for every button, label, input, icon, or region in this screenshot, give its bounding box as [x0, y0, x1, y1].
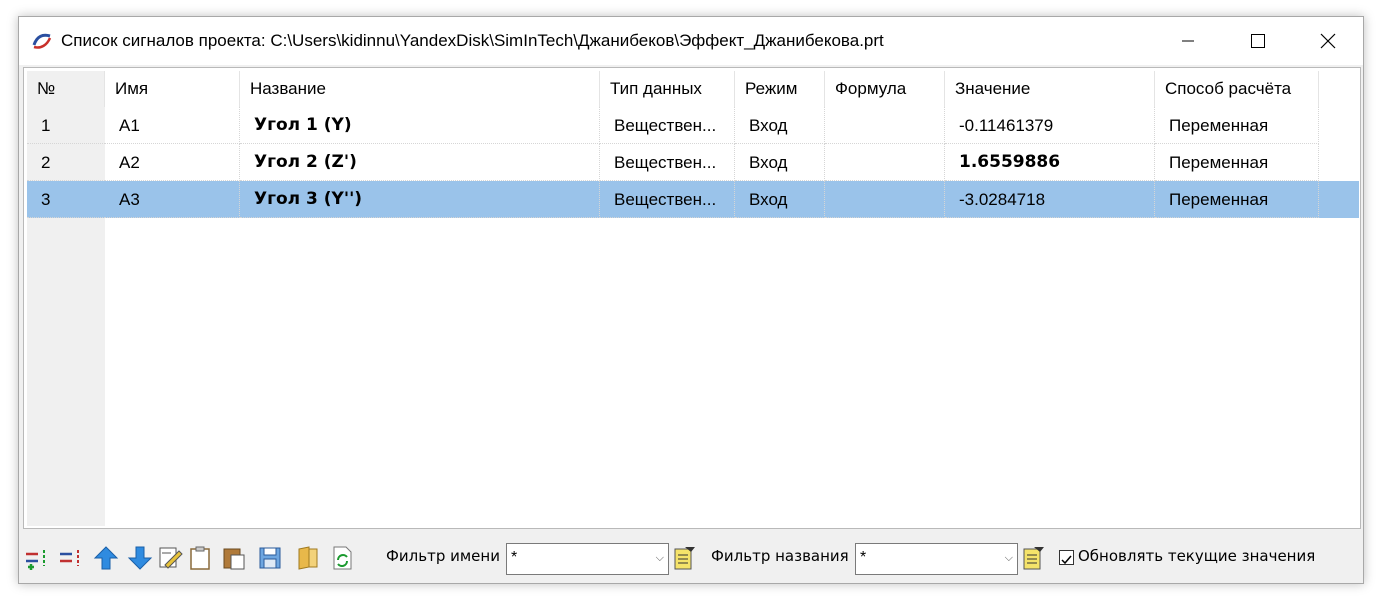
signals-window: Список сигналов проекта: C:\Users\kidinn…	[18, 16, 1364, 584]
cell-formula[interactable]	[825, 181, 945, 218]
cell-calc[interactable]: Переменная	[1155, 181, 1319, 218]
save-icon[interactable]	[257, 545, 283, 571]
cell-value[interactable]: 1.6559886	[945, 144, 1155, 181]
row-number: 1	[27, 107, 105, 144]
cell-value[interactable]: -3.0284718	[945, 181, 1155, 218]
column-header-num[interactable]: №	[27, 71, 105, 107]
update-values-label[interactable]: Обновлять текущие значения	[1078, 547, 1315, 565]
chevron-down-icon[interactable]: ⌵	[656, 544, 664, 572]
maximize-button[interactable]	[1223, 17, 1293, 65]
close-icon	[1320, 33, 1336, 49]
cell-mode[interactable]: Вход	[735, 144, 825, 181]
cell-formula[interactable]	[825, 144, 945, 181]
cell-mode[interactable]: Вход	[735, 181, 825, 218]
add-signal-icon[interactable]	[23, 545, 49, 571]
column-header-name[interactable]: Имя	[105, 71, 240, 107]
folder-icon[interactable]	[295, 545, 321, 571]
cell-title[interactable]: Угол 3 (Y'')	[240, 181, 600, 218]
refresh-icon[interactable]	[329, 545, 355, 571]
app-logo-icon	[32, 33, 52, 49]
name-filter-combo[interactable]: * ⌵	[506, 543, 669, 575]
row-number: 2	[27, 144, 105, 181]
update-values-checkbox[interactable]	[1059, 550, 1074, 565]
cell-title[interactable]: Угол 1 (Y)	[240, 107, 600, 144]
edit-icon[interactable]	[157, 545, 183, 571]
row-number: 3	[27, 181, 105, 218]
bottom-toolbar: Фильтр имени * ⌵ Фильтр названия * ⌵ Обн…	[19, 539, 1363, 579]
column-header-mode[interactable]: Режим	[735, 71, 825, 107]
clipboard-icon[interactable]	[187, 545, 213, 571]
title-filter-label: Фильтр названия	[711, 547, 849, 565]
cell-type[interactable]: Веществен...	[600, 181, 735, 218]
cell-formula[interactable]	[825, 107, 945, 144]
column-header-formula[interactable]: Формула	[825, 71, 945, 107]
table-row-selected[interactable]: 3 A3 Угол 3 (Y'') Веществен... Вход -3.0…	[27, 181, 1359, 218]
signals-table[interactable]: № Имя Название Тип данных Режим Формула …	[23, 67, 1361, 529]
maximize-icon	[1251, 34, 1265, 48]
title-filter-combo[interactable]: * ⌵	[855, 543, 1018, 575]
cell-calc[interactable]: Переменная	[1155, 107, 1319, 144]
move-up-icon[interactable]	[93, 545, 119, 571]
cell-type[interactable]: Веществен...	[600, 107, 735, 144]
apply-title-filter-icon[interactable]	[1020, 545, 1046, 571]
cell-type[interactable]: Веществен...	[600, 144, 735, 181]
column-header-value[interactable]: Значение	[945, 71, 1155, 107]
cell-name[interactable]: A3	[105, 181, 240, 218]
column-header-calc[interactable]: Способ расчёта	[1155, 71, 1319, 107]
title-filter-value: *	[860, 549, 867, 566]
name-filter-value: *	[511, 549, 518, 566]
column-header-type[interactable]: Тип данных	[600, 71, 735, 107]
cell-title[interactable]: Угол 2 (Z')	[240, 144, 600, 181]
table-row[interactable]: 2 A2 Угол 2 (Z') Веществен... Вход 1.655…	[27, 144, 1319, 181]
cell-mode[interactable]: Вход	[735, 107, 825, 144]
cell-name[interactable]: A1	[105, 107, 240, 144]
minimize-icon	[1182, 40, 1194, 42]
title-bar[interactable]: Список сигналов проекта: C:\Users\kidinn…	[19, 17, 1363, 65]
cell-calc[interactable]: Переменная	[1155, 144, 1319, 181]
table-row[interactable]: 1 A1 Угол 1 (Y) Веществен... Вход -0.114…	[27, 107, 1319, 144]
minimize-button[interactable]	[1153, 17, 1223, 65]
move-down-icon[interactable]	[127, 545, 153, 571]
column-header-title[interactable]: Название	[240, 71, 600, 107]
cell-name[interactable]: A2	[105, 144, 240, 181]
paste-icon[interactable]	[221, 545, 247, 571]
cell-value[interactable]: -0.11461379	[945, 107, 1155, 144]
chevron-down-icon[interactable]: ⌵	[1005, 544, 1013, 572]
close-button[interactable]	[1293, 17, 1363, 65]
table-header: № Имя Название Тип данных Режим Формула …	[27, 71, 1319, 107]
apply-name-filter-icon[interactable]	[671, 545, 697, 571]
checkmark-icon	[1061, 555, 1072, 565]
remove-signal-icon[interactable]	[57, 545, 83, 571]
window-title: Список сигналов проекта: C:\Users\kidinn…	[61, 31, 884, 50]
name-filter-label: Фильтр имени	[386, 547, 500, 565]
